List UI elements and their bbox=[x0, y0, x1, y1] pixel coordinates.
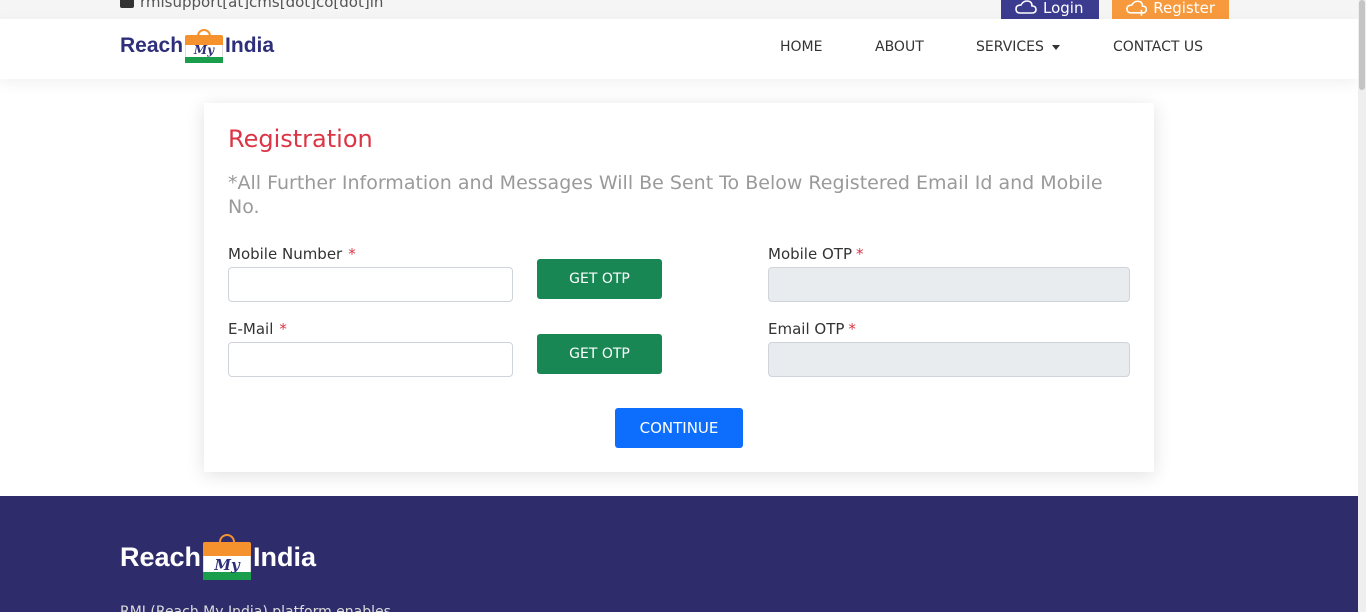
mobile-number-input[interactable] bbox=[228, 267, 513, 302]
get-email-otp-button[interactable]: GET OTP bbox=[537, 334, 662, 374]
email-otp-input[interactable] bbox=[768, 342, 1130, 377]
brand-logo[interactable]: Reach My India bbox=[120, 29, 274, 63]
page-scrollbar[interactable] bbox=[1358, 0, 1366, 612]
main-navbar: Reach My India HOME ABOUT SERVICES CONTA… bbox=[0, 19, 1358, 79]
support-email: rmisupport[at]cms[dot]co[dot]in bbox=[120, 0, 383, 11]
email-otp-label-text: Email OTP bbox=[768, 320, 845, 338]
required-mark: * bbox=[856, 245, 864, 263]
footer-brand-left-word: Reach bbox=[120, 541, 202, 572]
nav-home[interactable]: HOME bbox=[780, 39, 822, 55]
registration-card: Registration *All Further Information an… bbox=[204, 103, 1154, 472]
email-label-text: E-Mail bbox=[228, 320, 274, 338]
register-button[interactable]: Register bbox=[1112, 0, 1229, 19]
cloud-plus-icon bbox=[1126, 0, 1148, 16]
mobile-number-label: Mobile Number * bbox=[228, 245, 356, 263]
shopping-bag-icon: My bbox=[203, 534, 252, 580]
get-mobile-otp-button[interactable]: GET OTP bbox=[537, 259, 662, 299]
shopping-bag-icon: My bbox=[185, 29, 224, 63]
registration-title: Registration bbox=[228, 125, 373, 153]
nav-contact[interactable]: CONTACT US bbox=[1113, 39, 1203, 55]
registration-note: *All Further Information and Messages Wi… bbox=[228, 172, 1103, 218]
email-label: E-Mail * bbox=[228, 320, 287, 338]
continue-button[interactable]: CONTINUE bbox=[615, 408, 743, 448]
footer-description: RMI (Reach My India) platform enables bbox=[120, 604, 391, 612]
nav-about[interactable]: ABOUT bbox=[875, 39, 924, 55]
support-email-text: rmisupport[at]cms[dot]co[dot]in bbox=[140, 0, 384, 11]
login-button[interactable]: Login bbox=[1001, 0, 1099, 19]
mobile-otp-label-text: Mobile OTP bbox=[768, 245, 852, 263]
required-mark: * bbox=[848, 320, 856, 338]
brand-right-word: India bbox=[225, 34, 275, 57]
login-label: Login bbox=[1043, 0, 1084, 17]
mobile-otp-label: Mobile OTP * bbox=[768, 245, 864, 263]
register-label: Register bbox=[1153, 0, 1215, 17]
footer-brand-middle-word: My bbox=[214, 556, 240, 574]
footer-brand-logo[interactable]: Reach My India bbox=[120, 534, 316, 580]
required-mark: * bbox=[348, 245, 356, 263]
envelope-icon bbox=[120, 0, 134, 8]
scrollbar-thumb[interactable] bbox=[1359, 0, 1365, 90]
brand-middle-word: My bbox=[193, 43, 215, 57]
email-otp-label: Email OTP * bbox=[768, 320, 856, 338]
email-input[interactable] bbox=[228, 342, 513, 377]
required-mark: * bbox=[279, 320, 287, 338]
brand-left-word: Reach bbox=[120, 34, 184, 57]
mobile-otp-input[interactable] bbox=[768, 267, 1130, 302]
site-footer: Reach My India RMI (Reach My India) plat… bbox=[0, 496, 1358, 612]
top-contact-bar: rmisupport[at]cms[dot]co[dot]in Login Re… bbox=[0, 0, 1358, 19]
cloud-lock-icon bbox=[1015, 0, 1037, 14]
mobile-number-label-text: Mobile Number bbox=[228, 245, 343, 263]
footer-brand-right-word: India bbox=[253, 541, 317, 572]
nav-services[interactable]: SERVICES bbox=[976, 39, 1060, 55]
caret-down-icon bbox=[1051, 44, 1060, 50]
nav-services-label: SERVICES bbox=[976, 39, 1044, 55]
